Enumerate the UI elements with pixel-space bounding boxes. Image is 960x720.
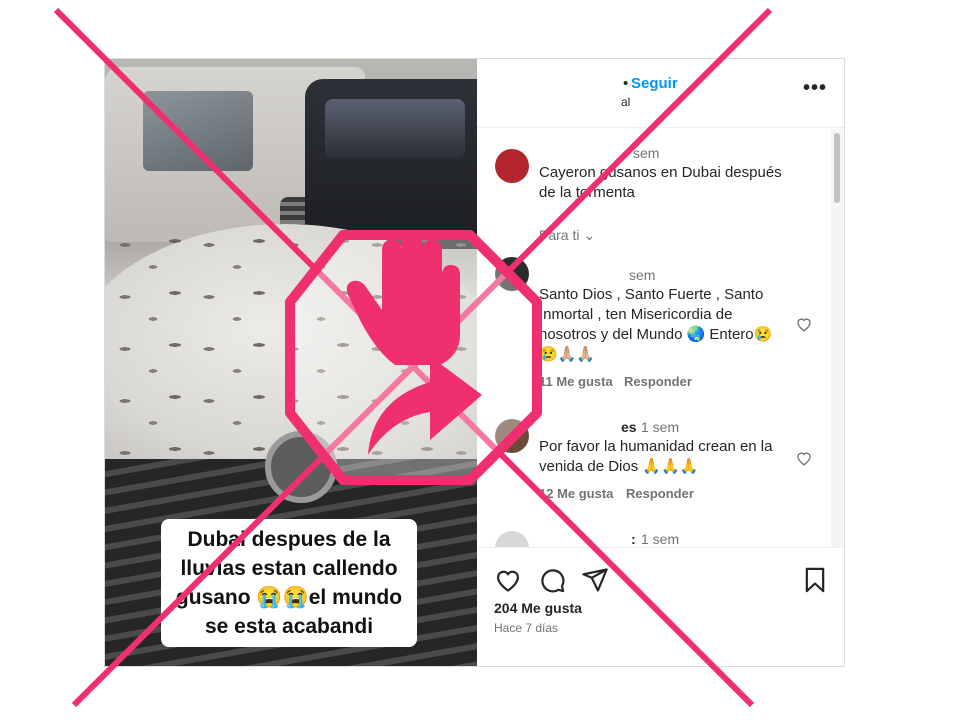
- comment-time: 1 sem: [641, 531, 680, 547]
- chevron-down-icon: ⌄: [583, 227, 596, 243]
- reply-button[interactable]: Responder: [624, 374, 692, 389]
- avatar[interactable]: [495, 149, 529, 183]
- separator-dot: •: [623, 75, 629, 92]
- caption-line: lluvias estan callendo: [180, 557, 398, 580]
- comment-text: Por favor la humanidad crean en la venid…: [539, 437, 772, 477]
- comment-time: 1 sem: [641, 419, 680, 435]
- caption-line: Dubai despues de la: [187, 528, 391, 551]
- heart-icon[interactable]: [795, 315, 813, 333]
- scrollbar-thumb[interactable]: [834, 133, 840, 203]
- comment-likes[interactable]: 12 Me gusta: [539, 486, 613, 501]
- comment-line: Por favor la humanidad crean en la: [539, 438, 773, 455]
- post-date: Hace 7 días: [494, 621, 559, 635]
- comment-line: venida de Dios 🙏🙏🙏: [539, 458, 699, 475]
- share-icon[interactable]: [581, 566, 609, 594]
- bookmark-icon[interactable]: [801, 566, 829, 594]
- van-window: [143, 91, 253, 171]
- likes-count[interactable]: 204 Me gusta: [494, 600, 582, 616]
- translation-label: Para ti: [539, 227, 580, 243]
- comment-line: de la tormenta: [539, 184, 635, 201]
- comment-username[interactable]: :: [631, 531, 636, 547]
- post-side-pane: • Seguir al ••• sem Cayeron gusanos en D…: [477, 59, 844, 666]
- car-badge: [265, 431, 337, 503]
- comment-text: Santo Dios , Santo Fuerte , Santo Inmort…: [539, 285, 772, 365]
- heart-icon[interactable]: [494, 566, 522, 594]
- comments-scrollbar[interactable]: [831, 129, 843, 547]
- comment-line: Cayeron gusanos en Dubai después: [539, 164, 782, 181]
- avatar[interactable]: [495, 419, 529, 453]
- caption-line: gusano 😭😭el mundo: [175, 586, 403, 609]
- avatar[interactable]: [495, 257, 529, 291]
- comment-icon[interactable]: [538, 566, 566, 594]
- header-subtitle: al: [621, 95, 631, 109]
- heart-icon[interactable]: [795, 449, 813, 467]
- comment-username[interactable]: es: [621, 419, 637, 435]
- comments-list[interactable]: sem Cayeron gusanos en Dubai después de …: [477, 129, 833, 547]
- caption-line: se esta acabandi: [204, 615, 374, 638]
- comment-time: sem: [633, 145, 660, 161]
- post-actions-bar: 204 Me gusta Hace 7 días: [477, 547, 844, 666]
- translation-toggle[interactable]: Para ti ⌄: [539, 227, 595, 244]
- comment-text: Cayeron gusanos en Dubai después de la t…: [539, 163, 782, 203]
- dark-car-image: [305, 79, 477, 249]
- follow-button[interactable]: Seguir: [631, 75, 678, 92]
- reply-button[interactable]: Responder: [626, 486, 694, 501]
- comment-likes[interactable]: 11 Me gusta: [539, 374, 613, 389]
- post-video[interactable]: Dubai despues de la lluvias estan callen…: [105, 59, 477, 666]
- dark-car-window: [325, 99, 465, 159]
- comment-line: nosotros y del Mundo 🌏 Entero😢: [539, 326, 773, 343]
- comment-line: Inmortal , ten Misericordia de: [539, 306, 733, 323]
- instagram-post-card: Dubai despues de la lluvias estan callen…: [104, 58, 845, 667]
- comment-line: Santo Dios , Santo Fuerte , Santo: [539, 286, 764, 303]
- avatar[interactable]: [495, 531, 529, 547]
- more-options-button[interactable]: •••: [803, 77, 827, 100]
- comment-time: sem: [629, 267, 656, 283]
- post-header: • Seguir al •••: [477, 59, 844, 128]
- video-caption: Dubai despues de la lluvias estan callen…: [161, 519, 417, 647]
- comment-line: 😢🙏🏼🙏🏼: [539, 346, 596, 363]
